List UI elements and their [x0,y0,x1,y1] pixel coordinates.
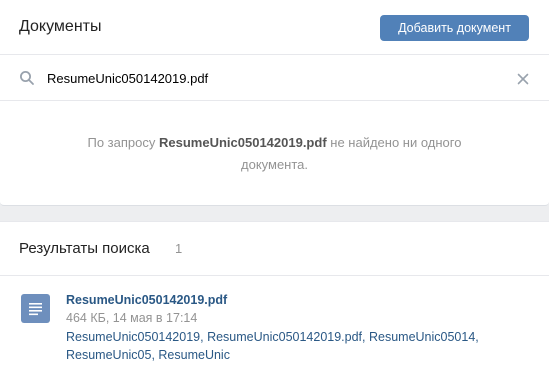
close-icon[interactable] [517,73,529,85]
document-icon [21,294,50,323]
document-name-link[interactable]: ResumeUnic050142019.pdf [66,293,227,307]
documents-panel: Документы Добавить документ По запросу R… [0,0,549,206]
empty-state-query: ResumeUnic050142019.pdf [159,135,327,150]
panel-header: Документы Добавить документ [0,0,549,55]
results-header: Результаты поиска 1 [0,222,549,276]
search-input[interactable] [47,68,487,88]
search-results-panel: Результаты поиска 1 ResumeUnic050142019.… [0,221,549,372]
search-bar [0,56,549,101]
page-title: Документы [19,18,102,35]
add-document-button[interactable]: Добавить документ [380,15,529,41]
empty-state-message: По запросу ResumeUnic050142019.pdf не на… [60,132,489,176]
document-tags[interactable]: ResumeUnic050142019, ResumeUnic050142019… [66,328,526,364]
results-count: 1 [175,241,183,256]
search-icon [20,71,34,85]
list-item[interactable]: ResumeUnic050142019.pdf 464 КБ, 14 мая в… [0,277,549,372]
document-meta: 464 КБ, 14 мая в 17:14 [66,311,198,325]
empty-state-prefix: По запросу [87,135,159,150]
results-title: Результаты поиска [19,240,150,257]
